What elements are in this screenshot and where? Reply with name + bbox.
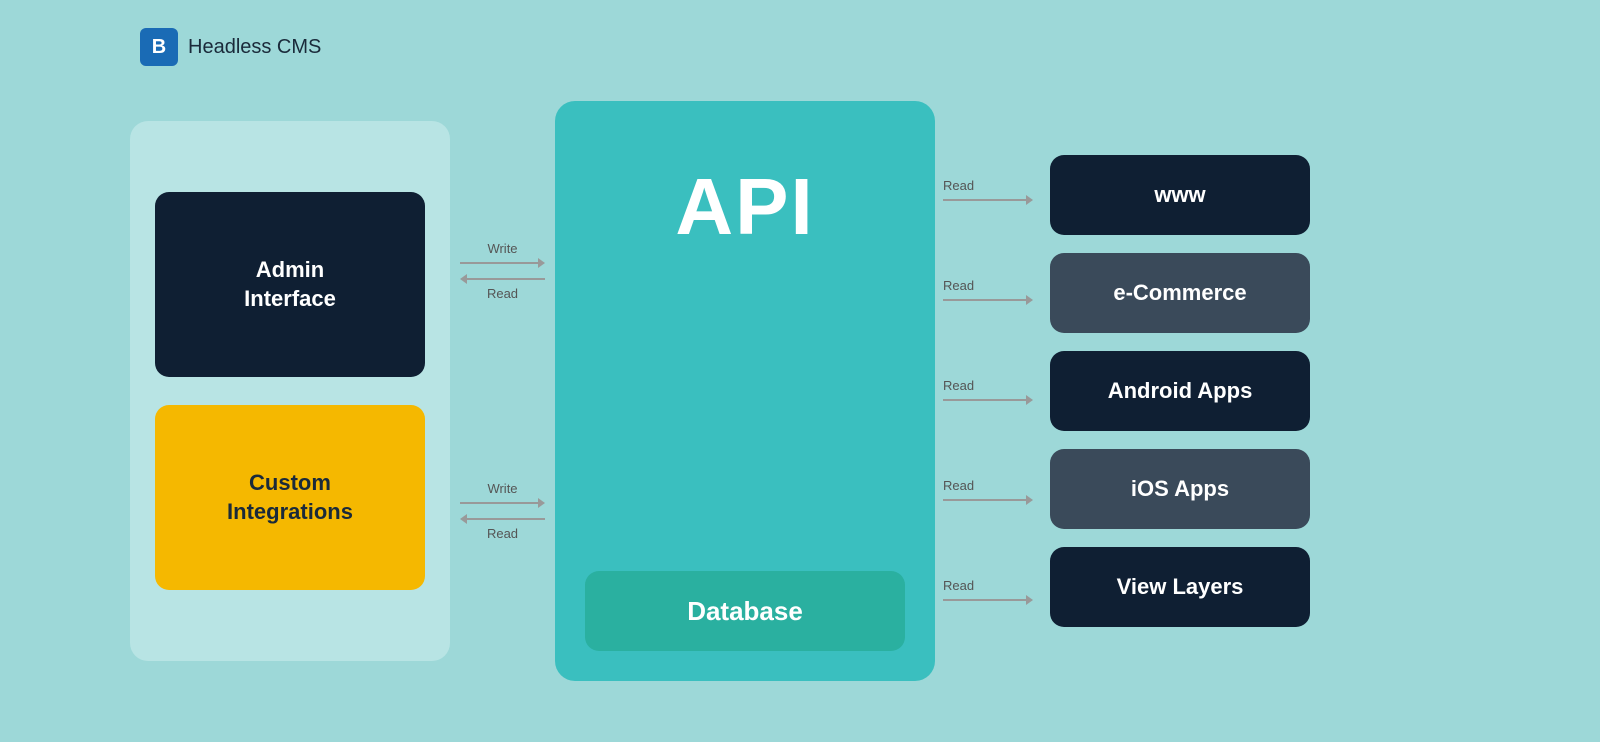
output-ecommerce-box: e-Commerce bbox=[1050, 253, 1310, 333]
output-www-label: www bbox=[1154, 182, 1205, 208]
read-label-top: Read bbox=[487, 286, 518, 301]
header: B Headless CMS bbox=[140, 28, 321, 66]
output-ios-box: iOS Apps bbox=[1050, 449, 1310, 529]
write-label-top: Write bbox=[487, 241, 517, 256]
write-label-bottom: Write bbox=[487, 481, 517, 496]
read-arrow-ecommerce: Read bbox=[943, 278, 1042, 305]
output-view-layers-label: View Layers bbox=[1117, 574, 1244, 600]
admin-interface-label: AdminInterface bbox=[244, 256, 336, 313]
brand-icon: B bbox=[140, 28, 178, 66]
output-android-box: Android Apps bbox=[1050, 351, 1310, 431]
output-www-box: www bbox=[1050, 155, 1310, 235]
left-arrows: Write Read Write bbox=[450, 151, 555, 631]
output-ios-label: iOS Apps bbox=[1131, 476, 1229, 502]
custom-integrations-label: CustomIntegrations bbox=[227, 469, 353, 526]
read-arrow-www: Read bbox=[943, 178, 1042, 205]
read-arrow-android: Read bbox=[943, 378, 1042, 405]
api-section: API Database bbox=[555, 101, 935, 681]
right-output-section: www e-Commerce Android Apps iOS Apps Vie… bbox=[1050, 121, 1310, 661]
api-title: API bbox=[675, 161, 814, 253]
admin-interface-box: AdminInterface bbox=[155, 192, 425, 377]
left-section: AdminInterface CustomIntegrations bbox=[130, 121, 450, 661]
output-ecommerce-label: e-Commerce bbox=[1113, 280, 1246, 306]
custom-integrations-box: CustomIntegrations bbox=[155, 405, 425, 590]
read-arrow-view-layers: Read bbox=[943, 578, 1042, 605]
output-view-layers-box: View Layers bbox=[1050, 547, 1310, 627]
arrow-group-admin: Write Read bbox=[458, 241, 547, 301]
read-label-bottom: Read bbox=[487, 526, 518, 541]
right-arrows: Read Read Read Read bbox=[935, 141, 1050, 641]
read-arrow-ios: Read bbox=[943, 478, 1042, 505]
database-box: Database bbox=[585, 571, 905, 651]
output-android-label: Android Apps bbox=[1108, 378, 1253, 404]
brand-name: Headless CMS bbox=[188, 36, 321, 59]
arrow-group-custom: Write Read bbox=[458, 481, 547, 541]
